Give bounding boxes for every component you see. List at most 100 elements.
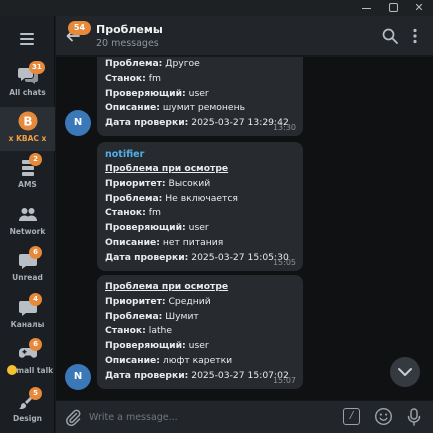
folder-sidebar: 31 All chats B x KBAC x 2 AMS Network 6 … <box>0 16 55 433</box>
maximize-button[interactable] <box>381 0 405 16</box>
field-value: Высокий <box>168 177 211 189</box>
folder-unread-badge: 31 <box>29 61 45 74</box>
field-value: lathe <box>148 325 173 337</box>
field-label: Приоритет: <box>105 177 166 189</box>
message-composer: / <box>56 400 433 433</box>
avatar[interactable]: N <box>65 364 91 390</box>
people-icon <box>19 208 37 221</box>
emoji-icon <box>7 365 17 375</box>
message-line: Станок: fm <box>105 206 295 221</box>
field-label: Описание: <box>105 354 160 366</box>
folder-kbac[interactable]: B x KBAC x <box>0 107 55 151</box>
message-line: Проверяющий: user <box>105 87 295 102</box>
message-line: Дата проверки: 2025-03-27 15:07:02 <box>105 369 295 384</box>
field-value: fm <box>148 207 161 219</box>
message-bubble[interactable]: Проблема при осмотре Приоритет: Средний … <box>97 275 303 389</box>
folder-all-chats[interactable]: 31 All chats <box>0 61 55 105</box>
folder-small-talk[interactable]: 6 small talk <box>0 338 55 384</box>
message-time: 15:07 <box>272 376 296 385</box>
message-time: 13:30 <box>272 123 296 132</box>
field-label: Описание: <box>105 236 160 248</box>
minimize-icon <box>361 8 371 9</box>
main-menu-button[interactable] <box>0 30 55 48</box>
field-value: Не включается <box>165 192 238 204</box>
message-line: Приоритет: Высокий <box>105 177 295 192</box>
message-line: Проблема: Шумит <box>105 310 295 325</box>
folder-label: Network <box>9 227 46 236</box>
message-line: Описание: шумит ремонень <box>105 101 295 116</box>
more-vertical-icon[interactable] <box>408 27 422 45</box>
message-input[interactable] <box>89 407 329 427</box>
window-titlebar: ✕ <box>0 0 433 16</box>
search-icon[interactable] <box>381 27 399 45</box>
field-label: Проверяющий: <box>105 340 186 352</box>
message-line: Проблема: Другое <box>105 57 295 72</box>
close-window-button[interactable]: ✕ <box>407 0 431 16</box>
field-value: люфт каретки <box>162 354 233 366</box>
message-title: Проблема при осмотре <box>105 163 229 174</box>
bot-commands-button[interactable]: / <box>343 408 360 425</box>
field-value: Шумит <box>165 310 199 322</box>
message-line: Станок: lathe <box>105 324 295 339</box>
folder-label: x KBAC x <box>8 134 47 143</box>
message-title: Проблема при осмотре <box>105 281 229 292</box>
field-label: Станок: <box>105 72 146 84</box>
folder-unread-badge: 5 <box>29 387 42 400</box>
smiley-icon[interactable] <box>374 407 393 426</box>
hamburger-icon-line <box>20 38 34 40</box>
field-label: Станок: <box>105 325 146 337</box>
scroll-to-bottom-button[interactable] <box>390 357 420 387</box>
folder-network[interactable]: Network <box>0 200 55 244</box>
field-label: Станок: <box>105 207 146 219</box>
message-bubble[interactable]: notifier Проблема при осмотре Приоритет:… <box>97 142 303 271</box>
field-label: Дата проверки: <box>105 369 189 381</box>
field-value: Другое <box>165 58 200 69</box>
field-label: Проблема: <box>105 58 163 69</box>
minimize-button[interactable] <box>354 0 378 16</box>
message-line: Дата проверки: 2025-03-27 13:29:42 <box>105 116 295 131</box>
microphone-icon[interactable] <box>406 407 422 427</box>
folder-label: All chats <box>9 88 46 97</box>
message-line: Проблема: Не включается <box>105 192 295 207</box>
field-value: user <box>188 222 209 234</box>
message-time: 15:05 <box>272 258 296 267</box>
field-label: Проблема: <box>105 192 163 204</box>
field-value: user <box>188 87 209 99</box>
field-value: fm <box>148 72 161 84</box>
chat-title[interactable]: Проблемы <box>96 23 163 36</box>
bitcoin-icon: B <box>18 111 38 131</box>
message-sender[interactable]: notifier <box>105 148 295 162</box>
message-line: Описание: люфт каретки <box>105 354 295 369</box>
folder-design[interactable]: 5 Design <box>0 387 55 431</box>
maximize-icon <box>388 3 398 12</box>
paperclip-icon[interactable] <box>64 408 82 426</box>
chat-header: 54 Проблемы 20 messages <box>56 16 433 56</box>
message-line: Дата проверки: 2025-03-27 15:05:30 <box>105 251 295 266</box>
message-line: Станок: fm <box>105 72 295 87</box>
message-list[interactable]: Проблема: Другое Станок: fm Проверяющий:… <box>56 57 433 400</box>
folder-ams[interactable]: 2 AMS <box>0 153 55 197</box>
message-line: Проверяющий: user <box>105 221 295 236</box>
field-label: Дата проверки: <box>105 251 189 263</box>
chat-subtitle: 20 messages <box>96 38 159 49</box>
avatar[interactable]: N <box>65 110 91 136</box>
folder-unread-badge: 6 <box>29 338 42 351</box>
folder-unread[interactable]: 6 Unread <box>0 246 55 290</box>
field-label: Проблема: <box>105 310 163 322</box>
folder-channels[interactable]: 4 Каналы <box>0 293 55 337</box>
field-label: Проверяющий: <box>105 222 186 234</box>
folder-unread-badge: 4 <box>29 293 42 306</box>
field-label: Проверяющий: <box>105 87 186 99</box>
field-label: Приоритет: <box>105 295 166 307</box>
folder-label: AMS <box>18 180 37 189</box>
svg-text:B: B <box>23 115 32 129</box>
chevron-down-icon <box>398 368 412 376</box>
field-value: user <box>188 340 209 352</box>
folder-unread-badge: 6 <box>29 246 42 259</box>
folder-unread-badge: 2 <box>29 153 42 166</box>
message-line: Описание: нет питания <box>105 236 295 251</box>
field-value: шумит ремонень <box>162 102 245 114</box>
hamburger-icon <box>20 33 34 35</box>
folder-label: Каналы <box>10 320 45 329</box>
message-bubble[interactable]: Проблема: Другое Станок: fm Проверяющий:… <box>97 57 303 136</box>
